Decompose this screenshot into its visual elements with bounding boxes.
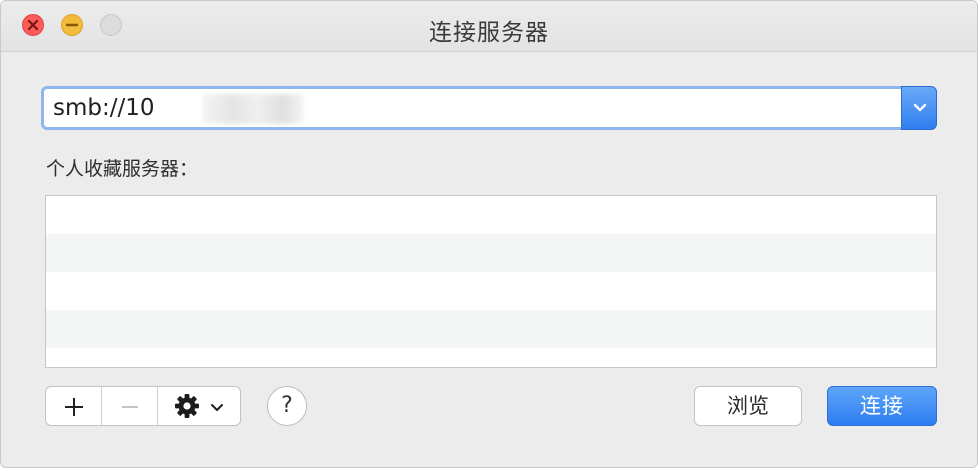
plus-icon — [65, 398, 83, 416]
list-item[interactable] — [46, 272, 936, 310]
connect-to-server-window: 连接服务器 smb://10 个人收藏服务器： ? 浏览 连接 — [0, 0, 978, 468]
favorites-toolbar — [45, 386, 241, 426]
connect-button[interactable]: 连接 — [827, 386, 937, 426]
list-item[interactable] — [46, 310, 936, 348]
add-favorite-button[interactable] — [46, 387, 102, 425]
favorite-servers-label: 个人收藏服务器： — [46, 158, 199, 180]
list-item[interactable] — [46, 348, 936, 367]
remove-favorite-button[interactable] — [102, 387, 158, 425]
server-address-field[interactable]: smb://10 — [41, 86, 937, 130]
server-address-input[interactable]: smb://10 — [53, 95, 155, 121]
window-title: 连接服务器 — [429, 20, 549, 46]
redacted-address-segment — [202, 94, 304, 124]
browse-button[interactable]: 浏览 — [694, 386, 802, 426]
chevron-down-icon — [913, 103, 927, 112]
minus-icon — [122, 406, 138, 408]
recent-servers-dropdown-button[interactable] — [901, 86, 937, 130]
chevron-down-icon — [211, 404, 223, 411]
list-item[interactable] — [46, 196, 936, 234]
favorite-actions-menu-button[interactable] — [158, 387, 240, 425]
gear-icon — [175, 394, 199, 418]
help-button[interactable]: ? — [267, 386, 307, 426]
list-item[interactable] — [46, 234, 936, 272]
title-bar: 连接服务器 — [1, 1, 977, 52]
favorite-servers-list[interactable] — [45, 195, 937, 368]
